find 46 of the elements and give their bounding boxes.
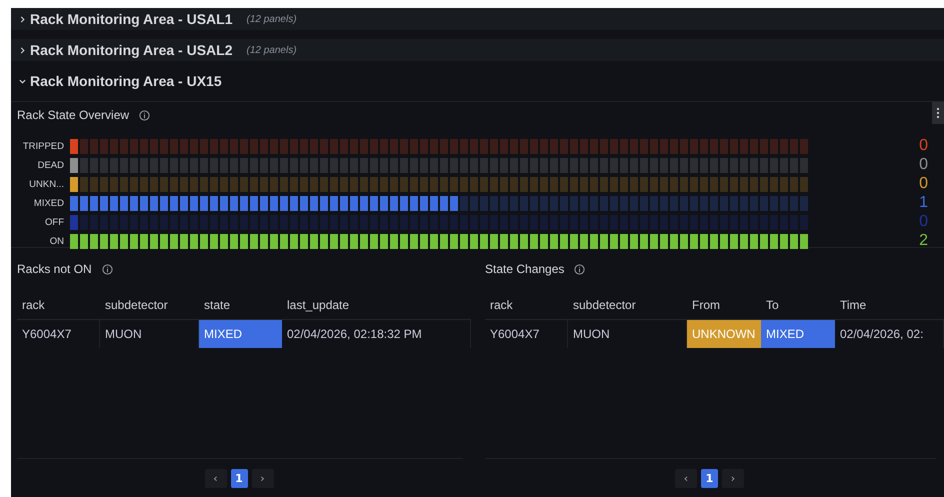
state-tag: MIXED: [761, 320, 835, 348]
panel-title: State Changes: [485, 262, 564, 276]
menu-icon[interactable]: [932, 102, 944, 124]
column-header[interactable]: subdetector: [100, 291, 199, 320]
column-header[interactable]: last_update: [282, 291, 471, 320]
chevron-right-icon[interactable]: [19, 46, 26, 54]
page-button[interactable]: 1: [701, 468, 718, 488]
info-icon[interactable]: [139, 110, 150, 120]
state-count: 2: [918, 233, 929, 249]
panel-title: Rack State Overview: [17, 108, 130, 122]
chevron-right-icon[interactable]: [19, 16, 26, 22]
state-label: OFF: [44, 216, 64, 228]
column-header[interactable]: rack: [485, 291, 568, 320]
column-header[interactable]: subdetector: [568, 291, 687, 320]
info-icon[interactable]: [574, 264, 586, 274]
state-count: 0: [918, 214, 929, 230]
chevron-down-icon[interactable]: [19, 78, 26, 84]
previous-page-button[interactable]: ‹: [204, 468, 226, 488]
state-tag: MIXED: [199, 320, 282, 348]
table-cell: Y6004X7: [17, 320, 100, 348]
table-cell: 02/04/2026, 02:18:32 PM: [282, 320, 471, 348]
state-tag: UNKNOWN: [687, 320, 761, 348]
panel-count: (12 panels): [246, 14, 297, 24]
column-header[interactable]: rack: [17, 291, 100, 320]
row-title[interactable]: Rack Monitoring Area - USAL1: [30, 11, 233, 27]
state-count: 1: [918, 195, 929, 211]
state-label: TRIPPED: [22, 140, 64, 152]
table-cell: Y6004X7: [485, 320, 568, 348]
next-page-button[interactable]: ›: [722, 468, 744, 488]
state-label: ON: [48, 236, 64, 246]
state-count: 0: [918, 138, 929, 154]
info-icon[interactable]: [102, 264, 113, 274]
state-count: 0: [918, 157, 929, 173]
panel-count: (12 panels): [246, 44, 297, 56]
state-count: 0: [918, 176, 929, 192]
state-label: UNKN...: [28, 178, 64, 190]
state-label: MIXED: [32, 198, 64, 208]
previous-page-button[interactable]: ‹: [675, 468, 697, 488]
next-page-button[interactable]: ›: [252, 468, 274, 488]
row-title[interactable]: Rack Monitoring Area - USAL2: [30, 42, 233, 58]
page-button[interactable]: 1: [230, 468, 248, 488]
panel-title: Racks not ON: [17, 262, 92, 276]
column-header[interactable]: Time: [835, 291, 944, 320]
state-label: DEAD: [36, 160, 64, 170]
table-cell: 02/04/2026, 02:: [835, 320, 944, 348]
row-title[interactable]: Rack Monitoring Area - UX15: [30, 73, 222, 89]
